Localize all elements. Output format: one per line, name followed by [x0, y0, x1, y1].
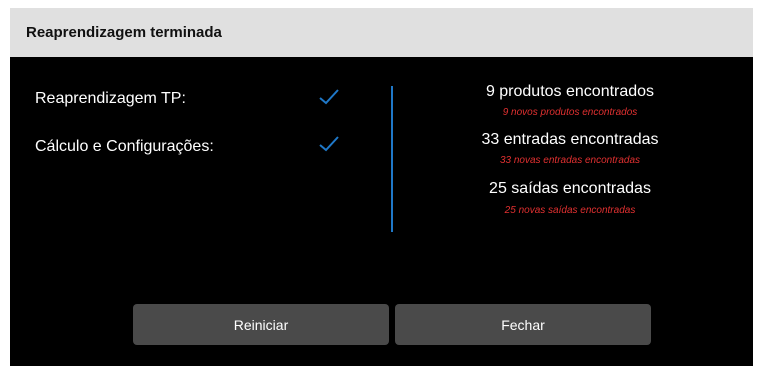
task-label-calculation: Cálculo e Configurações: — [35, 138, 214, 155]
restart-button-label: Reiniciar — [233, 316, 289, 333]
checkmark-icon — [319, 89, 339, 105]
vertical-divider — [391, 86, 393, 232]
result-entries-new: 33 novas entradas encontradas — [499, 155, 641, 166]
task-label-relearn-tp: Reaprendizagem TP: — [35, 90, 186, 107]
result-exits: 25 saídas encontradas — [489, 180, 651, 197]
restart-button[interactable]: Reiniciar — [133, 304, 389, 345]
checkmark-icon — [319, 136, 339, 152]
result-products: 9 produtos encontrados — [485, 83, 655, 100]
relearn-dialog: Reaprendizagem terminada Reaprendizagem … — [10, 8, 753, 366]
close-button[interactable]: Fechar — [395, 304, 651, 345]
result-exits-new: 25 novas saídas encontradas — [504, 205, 636, 216]
dialog-titlebar: Reaprendizagem terminada — [10, 8, 753, 57]
dialog-title: Reaprendizagem terminada — [26, 24, 222, 41]
result-entries: 33 entradas encontradas — [481, 131, 659, 148]
result-products-new: 9 novos produtos encontrados — [502, 107, 638, 118]
close-button-label: Fechar — [501, 316, 545, 333]
